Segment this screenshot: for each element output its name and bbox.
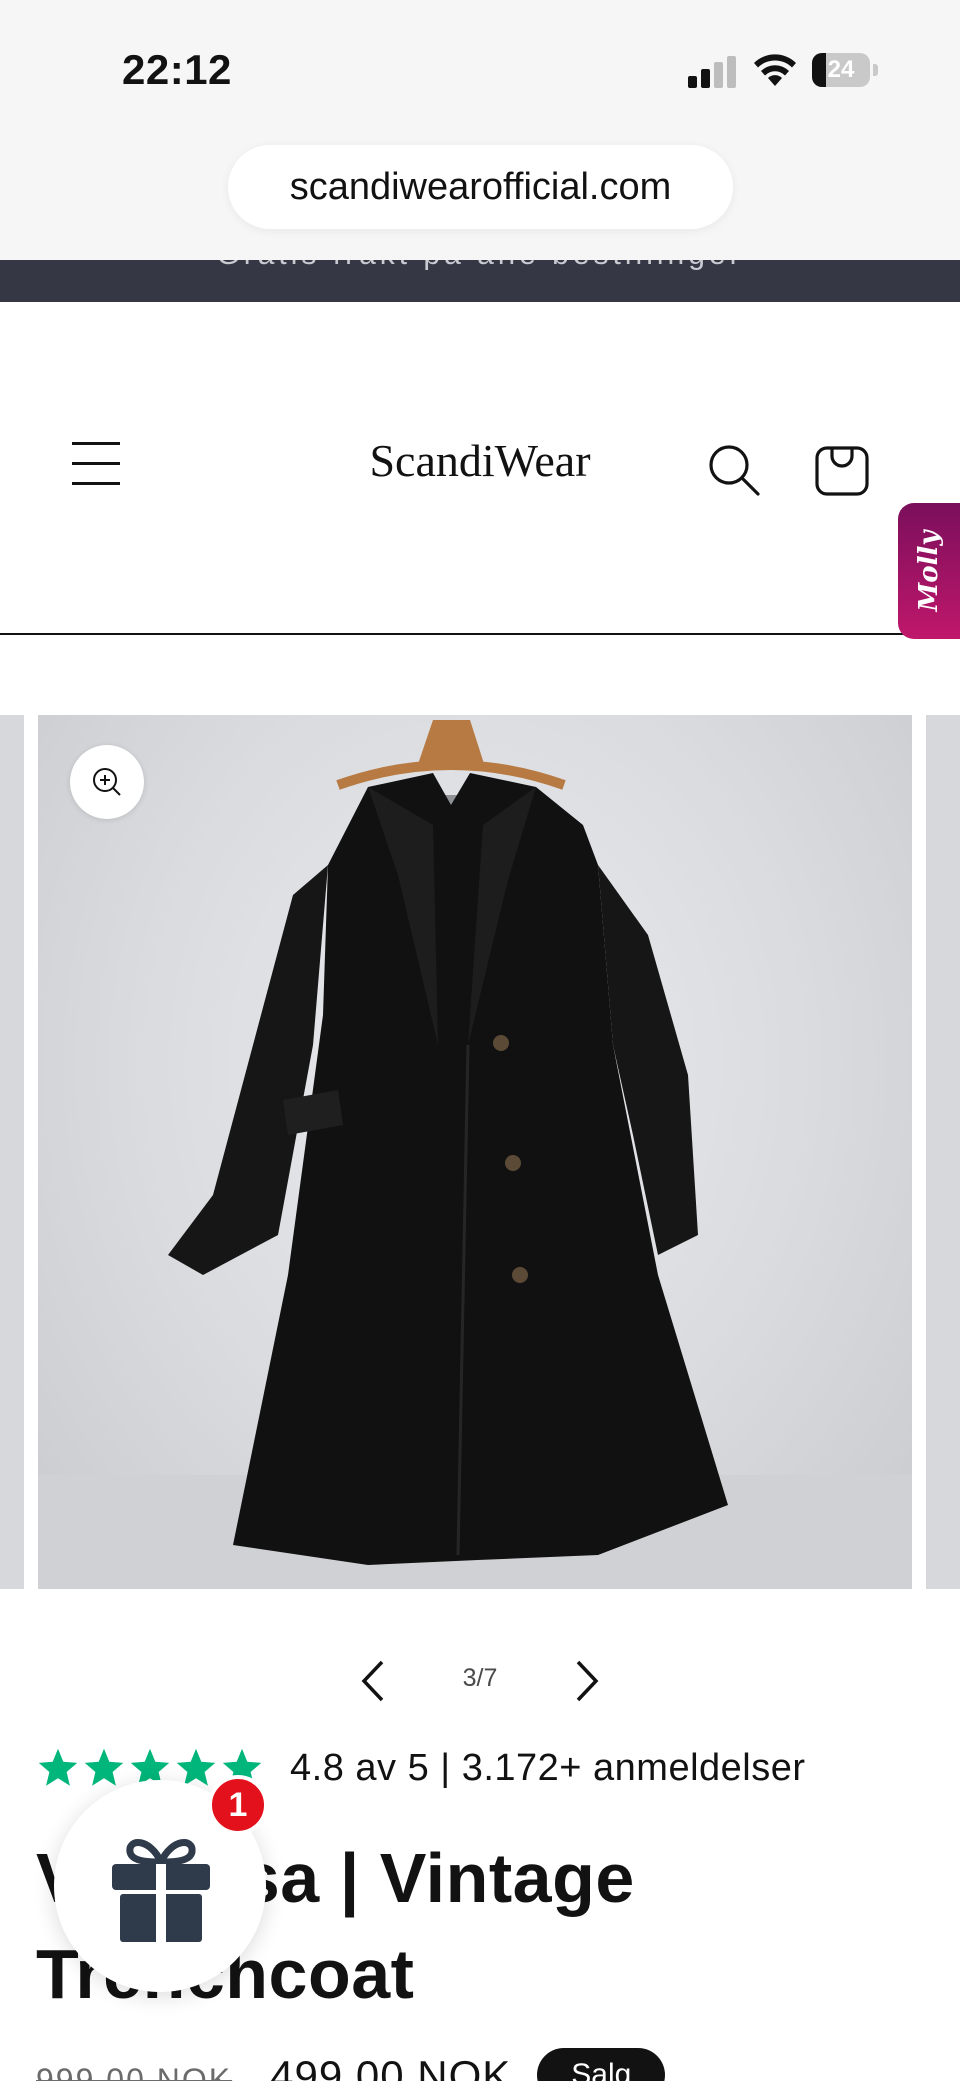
zoom-in-icon — [93, 768, 121, 796]
wifi-icon — [754, 54, 796, 86]
molly-label: Molly — [914, 530, 944, 612]
molly-side-tab[interactable]: Molly — [898, 503, 960, 639]
site-logo[interactable]: ScandiWear — [320, 434, 640, 487]
status-time: 22:12 — [122, 46, 232, 93]
battery-icon: 24 — [812, 53, 878, 87]
cart-icon[interactable] — [814, 436, 870, 496]
menu-button[interactable] — [72, 442, 122, 488]
gallery-slide-next[interactable] — [926, 715, 960, 1589]
zoom-button[interactable] — [70, 745, 144, 819]
product-image — [38, 720, 912, 1589]
gallery-pager: 3/7 — [350, 1652, 610, 1712]
product-gallery[interactable] — [0, 715, 960, 1589]
price-row: 999,00 NOK 499,00 NOK Salg — [36, 2048, 666, 2081]
battery-percent: 24 — [827, 56, 855, 83]
announcement-bar: Gratis frakt på alle bestillinger — [0, 260, 960, 302]
compare-at-price: 999,00 NOK — [36, 2062, 233, 2081]
site-header: ScandiWear — [0, 302, 960, 635]
gallery-slide-previous[interactable] — [0, 715, 24, 1589]
sale-badge: Salg — [537, 2048, 666, 2081]
gift-icon — [112, 1839, 210, 1942]
chevron-left-icon[interactable] — [350, 1656, 400, 1706]
search-icon[interactable] — [706, 442, 762, 498]
status-bar: 22:12 24 scandiwearofficial.com — [0, 0, 960, 262]
gallery-counter: 3/7 — [462, 1664, 498, 1692]
gallery-slide-current[interactable] — [38, 715, 912, 1589]
sale-price: 499,00 NOK — [270, 2052, 512, 2081]
chevron-right-icon[interactable] — [560, 1656, 610, 1706]
star-icon — [38, 1748, 78, 1786]
gift-notification-badge: 1 — [208, 1775, 268, 1835]
announcement-text: Gratis frakt på alle bestillinger — [0, 260, 960, 272]
star-icon — [84, 1748, 124, 1786]
rating-text: 4.8 av 5 | 3.172+ anmeldelser — [290, 1746, 806, 1789]
cellular-signal-icon — [688, 56, 736, 88]
address-bar[interactable]: scandiwearofficial.com — [228, 145, 733, 229]
